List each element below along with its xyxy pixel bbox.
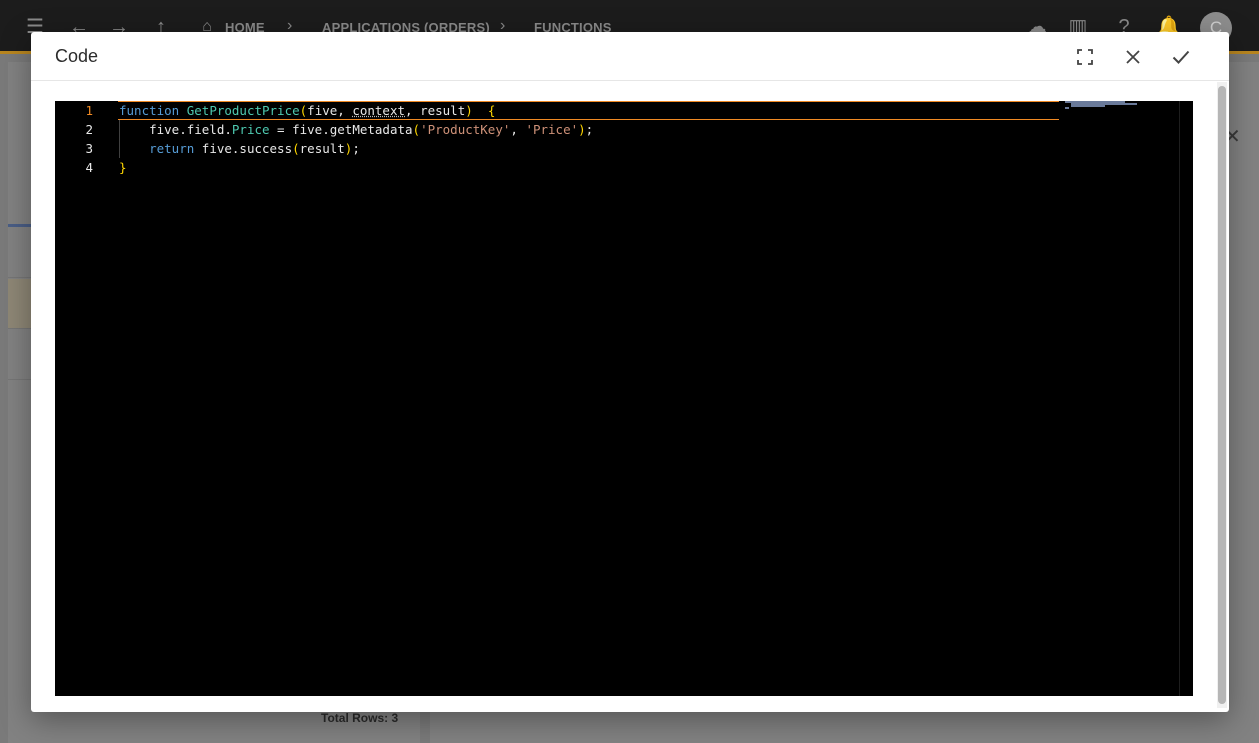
dialog-scrollbar[interactable] [1217,82,1227,708]
editor-scrollbar[interactable] [1179,101,1193,696]
fullscreen-button[interactable] [1072,44,1098,70]
scrollbar-thumb[interactable] [1218,86,1226,704]
total-rows-label: Total Rows: 3 [321,711,399,725]
line-number: 2 [85,122,93,137]
code-minimap[interactable] [1065,101,1175,109]
code-line: return five.success(result); [149,141,360,156]
check-icon [1172,50,1190,64]
code-line: five.field.Price = five.getMetadata('Pro… [119,122,594,137]
line-number-gutter: 1 2 3 4 [55,101,115,696]
code-area[interactable]: function GetProductPrice(five, context, … [119,101,1059,696]
line-number: 3 [85,141,93,156]
dialog-title: Code [55,46,99,66]
code-editor[interactable]: 1 2 3 4 function GetProductPrice(five, c… [55,101,1193,696]
code-dialog: Code 1 2 3 4 function GetProductPrice(fi… [31,32,1229,712]
line-number: 4 [85,160,93,175]
fullscreen-icon [1077,49,1093,65]
close-button[interactable] [1120,44,1146,70]
code-line: } [119,160,127,175]
confirm-button[interactable] [1168,44,1194,70]
line-number: 1 [85,103,93,118]
close-icon [1126,50,1140,64]
dialog-header: Code [31,32,1229,81]
code-line: function GetProductPrice(five, context, … [119,103,496,118]
